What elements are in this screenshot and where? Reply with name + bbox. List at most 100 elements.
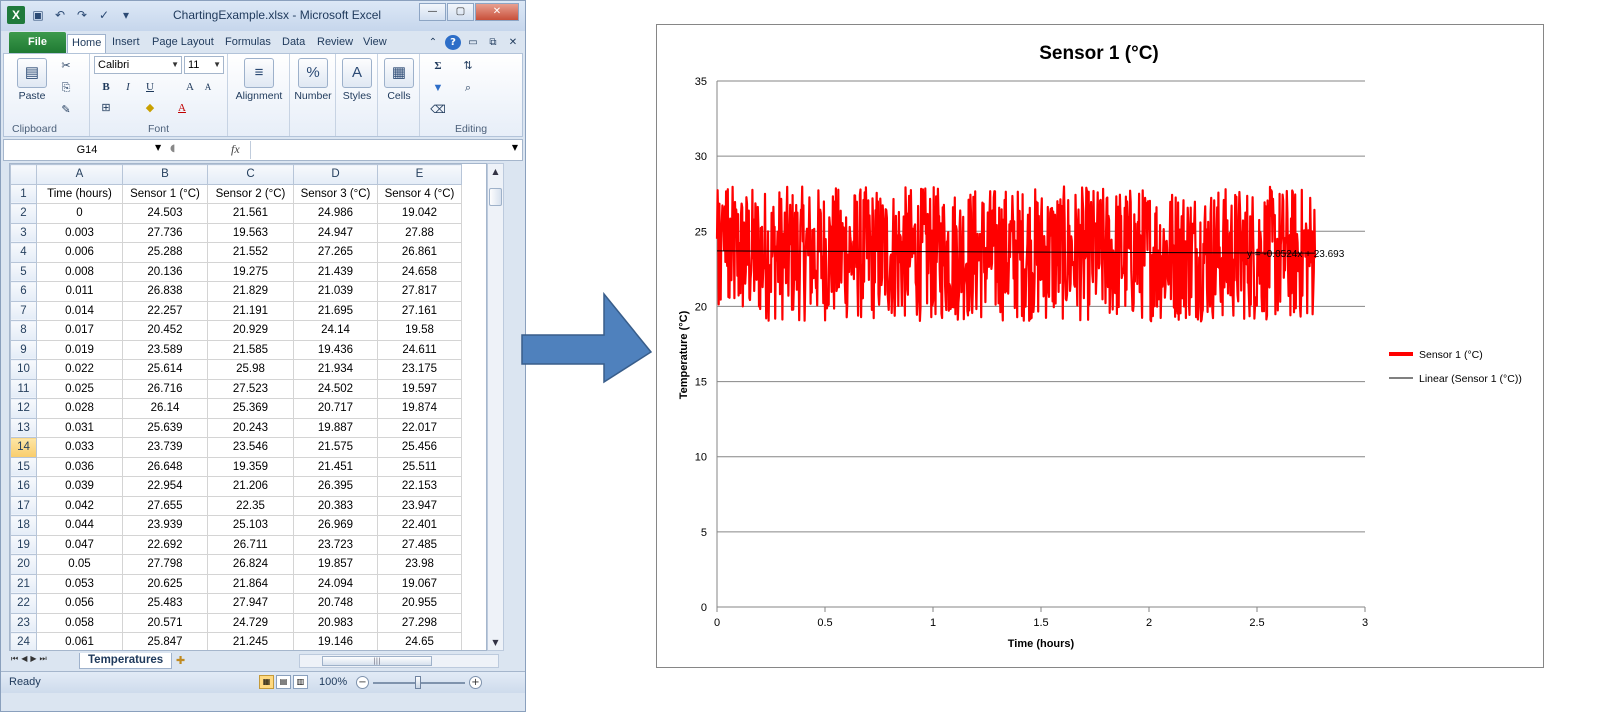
chevron-down-icon[interactable]: ▼ [155, 143, 161, 152]
vertical-scroll-thumb[interactable] [489, 188, 502, 206]
cell[interactable]: 19.042 [377, 203, 462, 224]
cell[interactable]: 20.748 [293, 593, 378, 614]
cell[interactable]: 24.094 [293, 573, 378, 594]
cell[interactable]: 27.485 [377, 534, 462, 555]
cells-button[interactable]: ▦ Cells [380, 58, 418, 102]
cell[interactable]: 0.011 [36, 281, 123, 302]
cell[interactable]: 19.58 [377, 320, 462, 341]
shrink-font-icon[interactable]: A [200, 79, 216, 95]
cell[interactable]: 27.523 [207, 378, 294, 399]
cell[interactable]: 0.039 [36, 476, 123, 497]
cell[interactable]: 20.983 [293, 612, 378, 633]
cell[interactable]: 19.436 [293, 339, 378, 360]
cell[interactable]: 20.243 [207, 417, 294, 438]
select-all-corner[interactable] [10, 164, 37, 185]
cell[interactable]: 25.511 [377, 456, 462, 477]
insert-function-icon[interactable]: fx [231, 142, 240, 157]
chart-area[interactable]: Sensor 1 (°C) 0 5 10 15 20 25 30 35 0 0.5 1 1.5 2 2.… [656, 24, 1544, 668]
tab-home[interactable]: Home [67, 34, 107, 53]
grow-font-icon[interactable]: A [182, 79, 198, 95]
cell[interactable]: Time (hours) [36, 183, 123, 204]
cell[interactable]: 23.175 [377, 359, 462, 380]
formula-expand-icon[interactable]: ◖ [170, 143, 175, 154]
customize-icon[interactable]: ▾ [117, 6, 135, 24]
cell[interactable]: 24.14 [293, 320, 378, 341]
cell[interactable]: 22.954 [122, 476, 208, 497]
cell[interactable]: Sensor 1 (°C) [122, 183, 208, 204]
find-select-icon[interactable]: ⌕ [460, 80, 476, 96]
cell[interactable]: 0.058 [36, 612, 123, 633]
cell[interactable]: 0 [36, 203, 123, 224]
cell[interactable]: 24.502 [293, 378, 378, 399]
cell[interactable]: 0.044 [36, 515, 123, 536]
column-header-d[interactable]: D [293, 164, 378, 185]
minimize-button[interactable]: — [419, 3, 446, 21]
tab-view[interactable]: View [363, 34, 387, 53]
cell[interactable]: 26.648 [122, 456, 208, 477]
cell[interactable]: 21.552 [207, 242, 294, 263]
fill-icon[interactable]: ▼ [430, 80, 446, 96]
cell[interactable]: 24.503 [122, 203, 208, 224]
row-header[interactable]: 13 [10, 417, 37, 438]
styles-button[interactable]: A Styles [338, 58, 376, 102]
cell[interactable]: Sensor 4 (°C) [377, 183, 462, 204]
cell[interactable]: 20.452 [122, 320, 208, 341]
cell[interactable]: 25.639 [122, 417, 208, 438]
sort-filter-icon[interactable]: ⇅ [460, 58, 476, 74]
cell[interactable]: 19.359 [207, 456, 294, 477]
cell[interactable]: 24.611 [377, 339, 462, 360]
row-header[interactable]: 14 [10, 437, 37, 458]
name-box[interactable]: G14 [10, 142, 164, 158]
cell[interactable]: 24.986 [293, 203, 378, 224]
cell[interactable]: 24.947 [293, 222, 378, 243]
help-icon[interactable]: ? [445, 35, 461, 50]
row-header[interactable]: 7 [10, 300, 37, 321]
cell[interactable]: 27.798 [122, 554, 208, 575]
row-header[interactable]: 23 [10, 612, 37, 633]
cell[interactable]: 25.456 [377, 437, 462, 458]
autosum-icon[interactable]: Σ [430, 58, 446, 74]
cell[interactable]: 25.103 [207, 515, 294, 536]
cell[interactable]: 19.067 [377, 573, 462, 594]
cell[interactable]: 26.711 [207, 534, 294, 555]
spelling-icon[interactable]: ✓ [95, 6, 113, 24]
cell[interactable]: 23.947 [377, 495, 462, 516]
cell[interactable]: 27.817 [377, 281, 462, 302]
cell[interactable]: Sensor 2 (°C) [207, 183, 294, 204]
cell[interactable]: 23.589 [122, 339, 208, 360]
cell[interactable]: 0.017 [36, 320, 123, 341]
cell[interactable]: 21.561 [207, 203, 294, 224]
cell[interactable]: 26.824 [207, 554, 294, 575]
cell[interactable]: 19.275 [207, 261, 294, 282]
zoom-in-icon[interactable]: + [469, 676, 482, 689]
cell[interactable]: 20.929 [207, 320, 294, 341]
clear-icon[interactable]: ⌫ [430, 102, 446, 118]
sheet-nav-icons[interactable]: ⏮◀▶⏭ [11, 654, 50, 664]
vertical-scrollbar[interactable]: ▲ ▼ [487, 163, 504, 651]
cell[interactable]: 27.265 [293, 242, 378, 263]
cell[interactable]: 22.257 [122, 300, 208, 321]
cell[interactable]: 0.053 [36, 573, 123, 594]
cell[interactable]: 24.729 [207, 612, 294, 633]
fill-color-icon[interactable]: ◆ [142, 100, 158, 116]
cell[interactable]: 25.288 [122, 242, 208, 263]
row-header[interactable]: 24 [10, 632, 37, 650]
tab-insert[interactable]: Insert [112, 34, 140, 53]
cell[interactable]: 0.05 [36, 554, 123, 575]
cell[interactable]: 0.022 [36, 359, 123, 380]
cell[interactable]: 19.887 [293, 417, 378, 438]
cell[interactable]: 21.439 [293, 261, 378, 282]
row-header[interactable]: 16 [10, 476, 37, 497]
cell[interactable]: 22.017 [377, 417, 462, 438]
cell[interactable]: 21.245 [207, 632, 294, 650]
cell[interactable]: 21.864 [207, 573, 294, 594]
cell[interactable]: 0.042 [36, 495, 123, 516]
cell[interactable]: Sensor 3 (°C) [293, 183, 378, 204]
cell[interactable]: 19.857 [293, 554, 378, 575]
cell[interactable]: 21.695 [293, 300, 378, 321]
tab-file[interactable]: File [9, 32, 66, 53]
cell[interactable]: 26.969 [293, 515, 378, 536]
restore-window-icon[interactable]: ▭ [465, 35, 481, 50]
borders-icon[interactable]: ⊞ [98, 100, 114, 116]
cell[interactable]: 21.934 [293, 359, 378, 380]
